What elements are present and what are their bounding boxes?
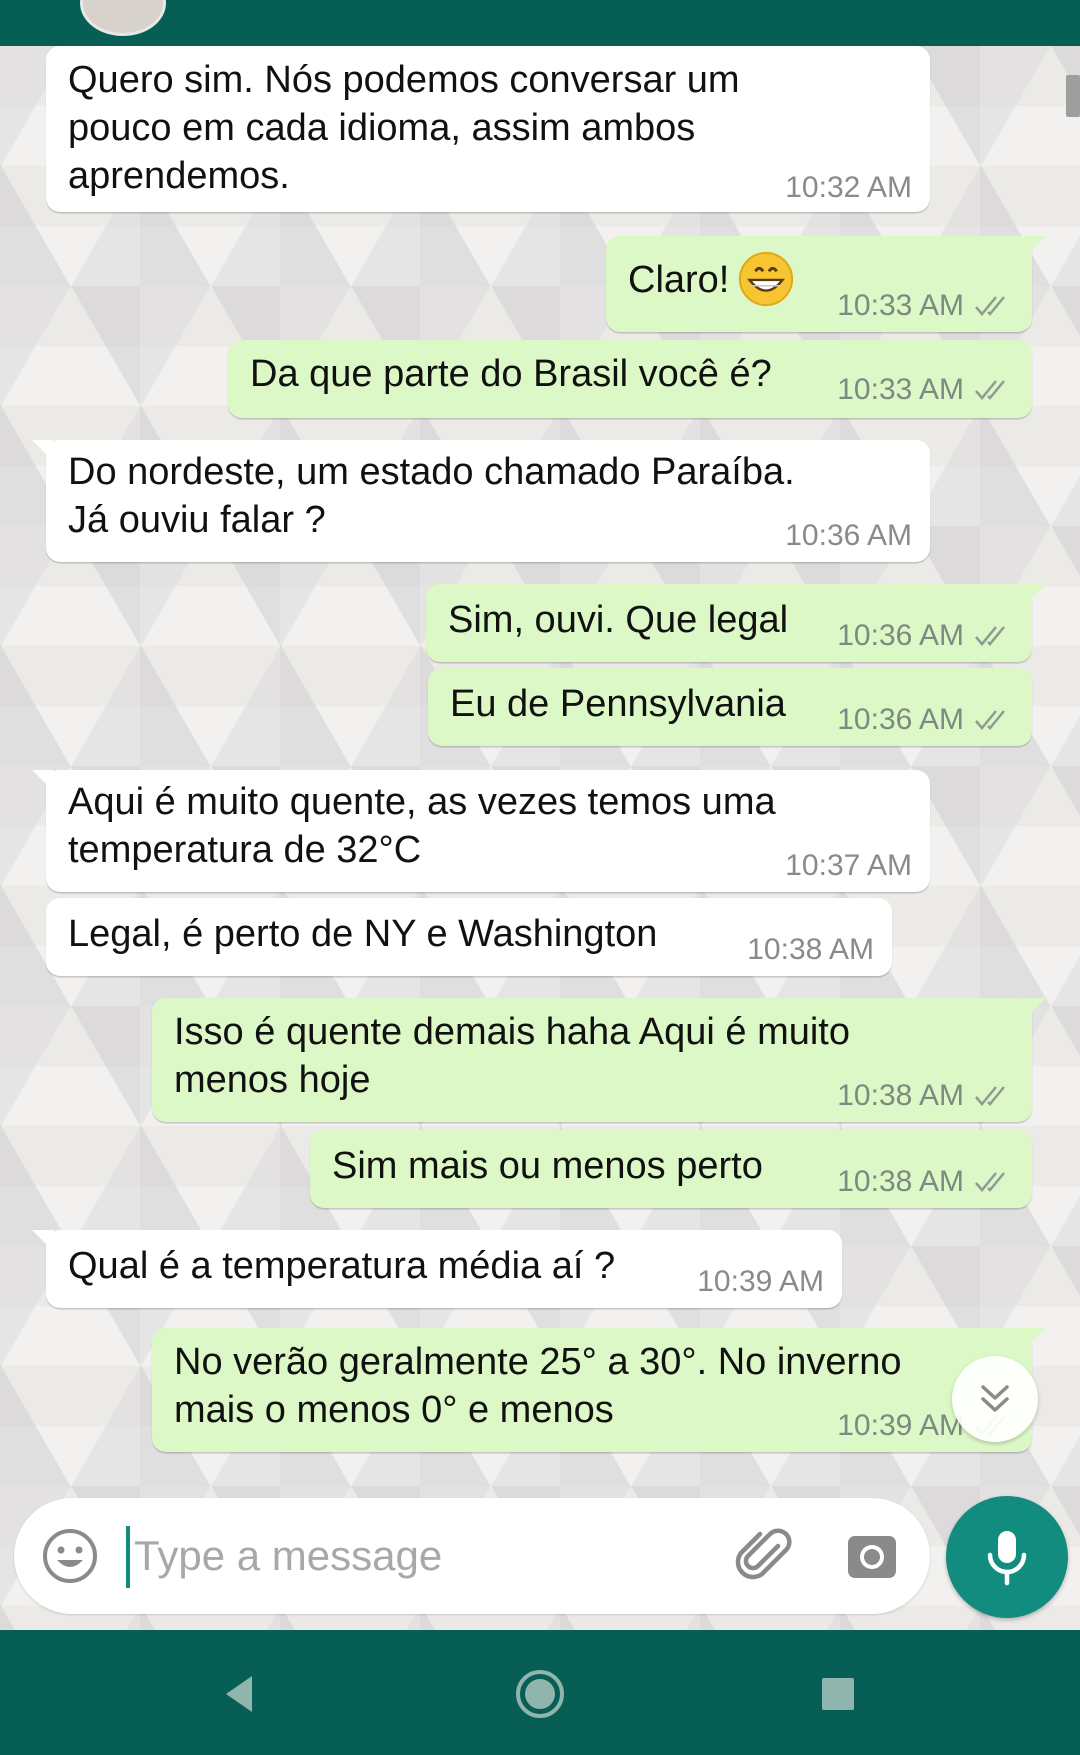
message-line: Qual é a temperatura média aí ? (68, 1245, 616, 1287)
double-check-icon (975, 710, 1005, 730)
message-text: No verão geralmente 25° a 30°. No invern… (174, 1338, 901, 1434)
message-line: Isso é quente demais haha Aqui é muito (174, 1011, 851, 1053)
grinning-face-emoji (739, 251, 794, 307)
double-check-icon (975, 296, 1005, 316)
message-time: 10:33 AM (837, 289, 964, 322)
text-cursor (126, 1526, 130, 1588)
bubble-tail (1024, 1328, 1046, 1350)
message-bubble-incoming[interactable]: Legal, é perto de NY e Washington 10:38 … (46, 898, 892, 976)
message-text: Eu de Pennsylvania (450, 680, 786, 728)
bubble-tail (32, 770, 54, 792)
message-line: Eu de Pennsylvania (450, 683, 786, 725)
message-time: 10:36 AM (837, 619, 964, 652)
message-bubble-incoming[interactable]: Qual é a temperatura média aí ? 10:39 AM (32, 1230, 842, 1308)
message-line: Quero sim. Nós podemos conversar um (68, 59, 740, 101)
message-text: Do nordeste, um estado chamado Paraíba. … (68, 448, 795, 544)
message-text: Da que parte do Brasil você é? (250, 350, 772, 398)
double-check-icon (975, 1172, 1005, 1192)
message-bubble-outgoing[interactable]: Sim mais ou menos perto 10:38 AM (310, 1130, 1032, 1208)
message-text: Aqui é muito quente, as vezes temos uma … (68, 778, 776, 874)
message-bubble-incoming[interactable]: Do nordeste, um estado chamado Paraíba. … (32, 440, 930, 562)
message-bubble-outgoing[interactable]: Isso é quente demais haha Aqui é muito m… (152, 998, 1046, 1122)
message-text: Claro! (628, 251, 795, 308)
double-chevron-down-icon (981, 1385, 1009, 1412)
message-bubble-outgoing[interactable]: Claro! 10:33 AM (606, 236, 1046, 332)
camera-icon[interactable] (844, 1528, 900, 1584)
message-time: 10:39 AM (697, 1265, 824, 1298)
message-time: 10:33 AM (837, 373, 964, 406)
message-line: Aqui é muito quente, as vezes temos uma (68, 781, 776, 823)
message-line: aprendemos. (68, 155, 290, 197)
message-line: Da que parte do Brasil você é? (250, 353, 772, 395)
scroll-to-bottom-button[interactable] (952, 1356, 1038, 1442)
message-time: 10:32 AM (785, 171, 912, 204)
message-time: 10:38 AM (837, 1165, 964, 1198)
message-text: Qual é a temperatura média aí ? (68, 1242, 615, 1290)
message-time: 10:36 AM (837, 703, 964, 736)
system-navigation-bar (0, 1630, 1080, 1755)
emoji-icon[interactable] (40, 1526, 100, 1586)
message-text: Legal, é perto de NY e Washington (68, 910, 657, 958)
double-check-icon (975, 626, 1005, 646)
message-bubble-outgoing[interactable]: Sim, ouvi. Que legal 10:36 AM (426, 584, 1046, 662)
bubble-tail (32, 440, 54, 462)
back-icon[interactable] (212, 1666, 268, 1722)
message-text: Isso é quente demais haha Aqui é muito m… (174, 1008, 850, 1104)
message-text: Sim, ouvi. Que legal (448, 596, 788, 644)
attach-icon[interactable] (734, 1524, 798, 1588)
message-input[interactable]: Type a message (134, 1530, 442, 1582)
message-time: 10:36 AM (785, 519, 912, 552)
message-bubble-outgoing[interactable]: Da que parte do Brasil você é? 10:33 AM (228, 340, 1032, 418)
double-check-icon (975, 380, 1005, 400)
message-line: Sim mais ou menos perto (332, 1145, 763, 1187)
message-line: mais o menos 0° e menos (174, 1389, 614, 1431)
message-time: 10:38 AM (837, 1079, 964, 1112)
contact-avatar[interactable] (80, 0, 166, 36)
message-line: Já ouviu falar ? (68, 499, 326, 541)
message-bubble-incoming[interactable]: Quero sim. Nós podemos conversar um pouc… (46, 46, 930, 212)
message-line: pouco em cada idioma, assim ambos (68, 107, 696, 149)
bubble-tail (32, 1230, 54, 1252)
message-time: 10:39 AM (837, 1409, 964, 1442)
bubble-tail (1024, 236, 1046, 258)
recent-apps-icon[interactable] (810, 1666, 866, 1722)
message-line: menos hoje (174, 1059, 371, 1101)
message-line: Legal, é perto de NY e Washington (68, 913, 658, 955)
message-bubble-outgoing[interactable]: Eu de Pennsylvania 10:36 AM (428, 668, 1032, 746)
double-check-icon (975, 1086, 1005, 1106)
message-line: No verão geralmente 25° a 30°. No invern… (174, 1341, 902, 1383)
message-text: Sim mais ou menos perto (332, 1142, 763, 1190)
mic-icon (987, 1531, 1027, 1586)
message-bubble-incoming[interactable]: Aqui é muito quente, as vezes temos uma … (32, 770, 930, 892)
chat-header (0, 0, 1080, 46)
message-bubble-outgoing[interactable]: No verão geralmente 25° a 30°. No invern… (152, 1328, 1046, 1452)
message-time: 10:37 AM (785, 849, 912, 882)
bubble-tail (1024, 998, 1046, 1020)
home-icon[interactable] (512, 1666, 568, 1722)
message-composer: Type a message (14, 1498, 930, 1614)
message-line: Do nordeste, um estado chamado Paraíba. (68, 451, 795, 493)
message-line: Sim, ouvi. Que legal (448, 599, 789, 641)
message-line: temperatura de 32°C (68, 829, 422, 871)
bubble-tail (1024, 584, 1046, 606)
voice-record-button[interactable] (946, 1496, 1068, 1618)
message-text: Quero sim. Nós podemos conversar um pouc… (68, 56, 740, 200)
message-time: 10:38 AM (747, 933, 874, 966)
scrollbar-thumb[interactable] (1066, 75, 1080, 117)
message-line: Claro! (628, 259, 730, 302)
